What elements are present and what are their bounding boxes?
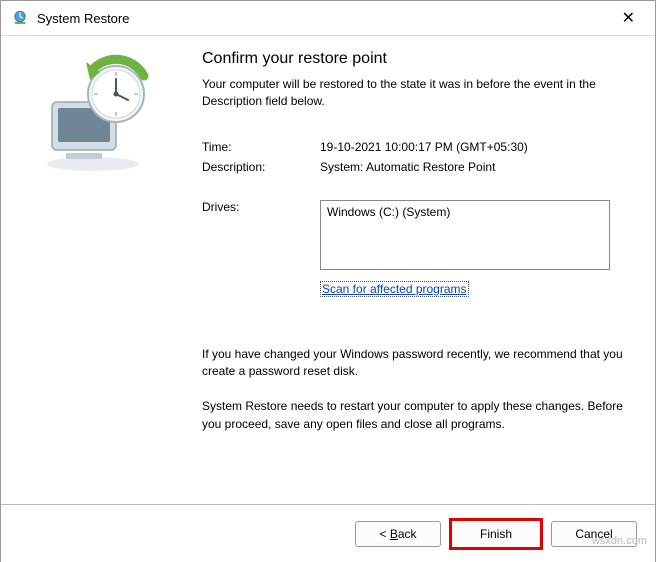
finish-button[interactable]: Finish	[449, 518, 543, 550]
page-subtext: Your computer will be restored to the st…	[202, 76, 627, 110]
drives-label: Drives:	[202, 200, 320, 270]
sidebar	[1, 36, 186, 504]
description-label: Description:	[202, 160, 320, 174]
description-row: Description: System: Automatic Restore P…	[202, 160, 627, 174]
restore-graphic-icon	[26, 54, 161, 177]
page-heading: Confirm your restore point	[202, 50, 627, 68]
main-panel: Confirm your restore point Your computer…	[186, 36, 655, 504]
titlebar: System Restore ✕	[1, 1, 655, 35]
system-restore-icon	[11, 9, 29, 27]
window-title: System Restore	[37, 11, 129, 26]
content-area: Confirm your restore point Your computer…	[1, 36, 655, 504]
back-button[interactable]: < Back	[355, 521, 441, 547]
watermark: wsxdn.com	[592, 535, 647, 547]
drives-row: Drives: Windows (C:) (System)	[202, 200, 627, 270]
time-value: 19-10-2021 10:00:17 PM (GMT+05:30)	[320, 140, 627, 154]
scan-link-row: Scan for affected programs	[320, 282, 627, 296]
footer: < Back Finish Cancel	[1, 504, 655, 562]
drive-item: Windows (C:) (System)	[327, 205, 603, 219]
drives-list[interactable]: Windows (C:) (System)	[320, 200, 610, 270]
password-note: If you have changed your Windows passwor…	[202, 346, 627, 381]
time-label: Time:	[202, 140, 320, 154]
scan-affected-programs-link[interactable]: Scan for affected programs	[320, 281, 469, 297]
description-value: System: Automatic Restore Point	[320, 160, 627, 174]
close-button[interactable]: ✕	[612, 4, 645, 32]
restart-note: System Restore needs to restart your com…	[202, 398, 627, 433]
time-row: Time: 19-10-2021 10:00:17 PM (GMT+05:30)	[202, 140, 627, 154]
